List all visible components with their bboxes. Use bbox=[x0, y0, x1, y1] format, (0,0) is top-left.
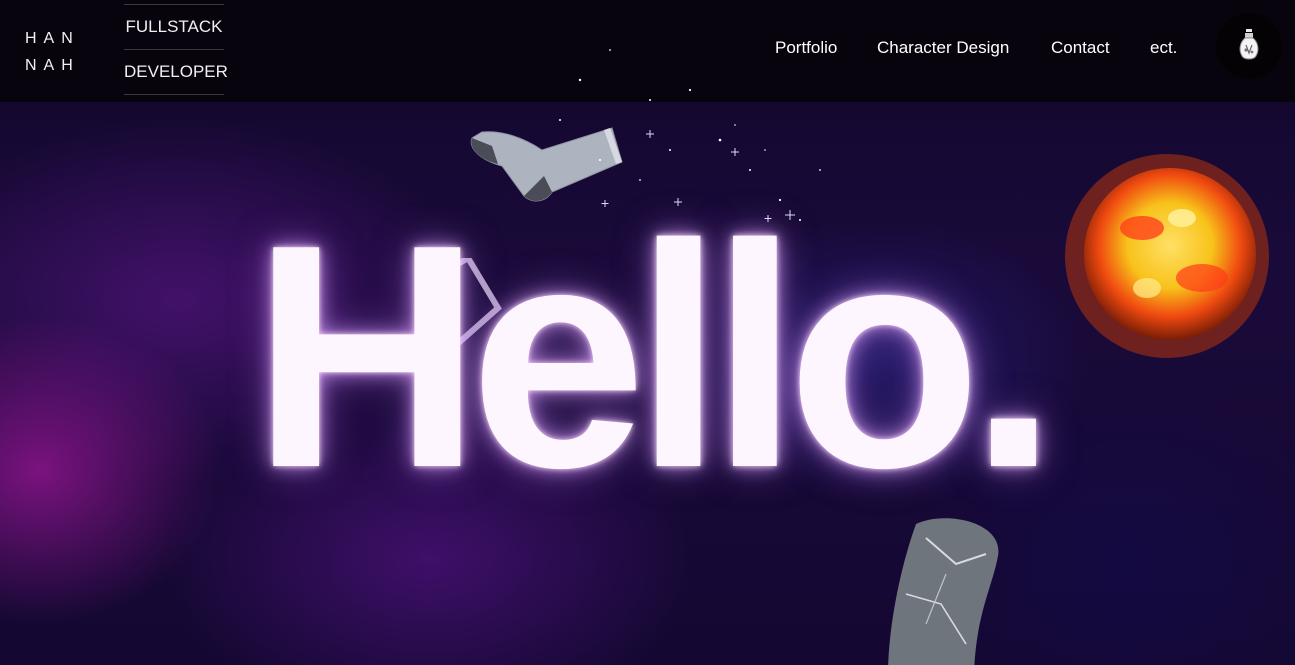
role-line-2: DEVELOPER bbox=[124, 49, 228, 95]
logo[interactable]: HAN NAH bbox=[25, 25, 80, 79]
nav-etc[interactable]: ect. bbox=[1150, 38, 1177, 58]
sun-image bbox=[1065, 154, 1269, 358]
theme-toggle-button[interactable] bbox=[1216, 13, 1282, 79]
rock-image bbox=[888, 518, 999, 665]
logo-line-2: NAH bbox=[25, 57, 80, 74]
role-title: FULLSTACK DEVELOPER bbox=[124, 4, 228, 95]
role-line-1: FULLSTACK bbox=[124, 4, 224, 49]
page: HAN NAH FULLSTACK DEVELOPER Portfolio Ch… bbox=[0, 0, 1295, 665]
logo-line-1: HAN bbox=[25, 30, 80, 47]
stars-image bbox=[559, 49, 821, 222]
nav-contact[interactable]: Contact bbox=[1051, 38, 1110, 58]
lightbulb-icon bbox=[1239, 29, 1259, 60]
nav-character-design[interactable]: Character Design bbox=[877, 38, 1009, 58]
